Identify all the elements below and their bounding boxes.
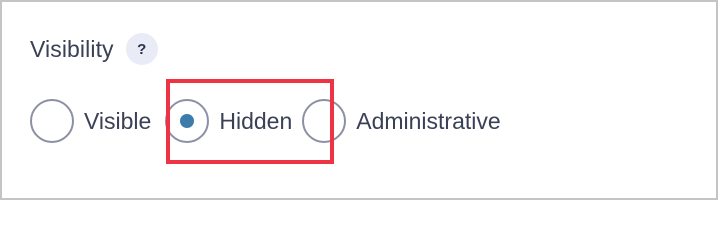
radio-hidden-label[interactable]: Hidden (219, 108, 292, 135)
visibility-panel: Visibility ? Visible Hidden Administrati… (0, 0, 718, 200)
visibility-label-row: Visibility ? (30, 32, 158, 66)
radio-option-visible[interactable]: Visible (30, 98, 157, 144)
radio-administrative-label[interactable]: Administrative (356, 108, 500, 135)
radio-visible-label[interactable]: Visible (84, 108, 151, 135)
radio-administrative-circle-icon[interactable] (302, 99, 347, 143)
radio-selected-dot-icon (180, 114, 195, 128)
help-icon[interactable]: ? (125, 33, 158, 65)
radio-option-hidden[interactable]: Hidden (165, 98, 298, 144)
radio-visible-circle-icon[interactable] (30, 99, 74, 143)
radio-hidden-circle-icon[interactable] (165, 99, 210, 143)
radio-option-administrative[interactable]: Administrative (302, 98, 501, 144)
visibility-radio-group: Visible Hidden Administrative (30, 98, 501, 144)
visibility-label: Visibility (30, 35, 114, 62)
